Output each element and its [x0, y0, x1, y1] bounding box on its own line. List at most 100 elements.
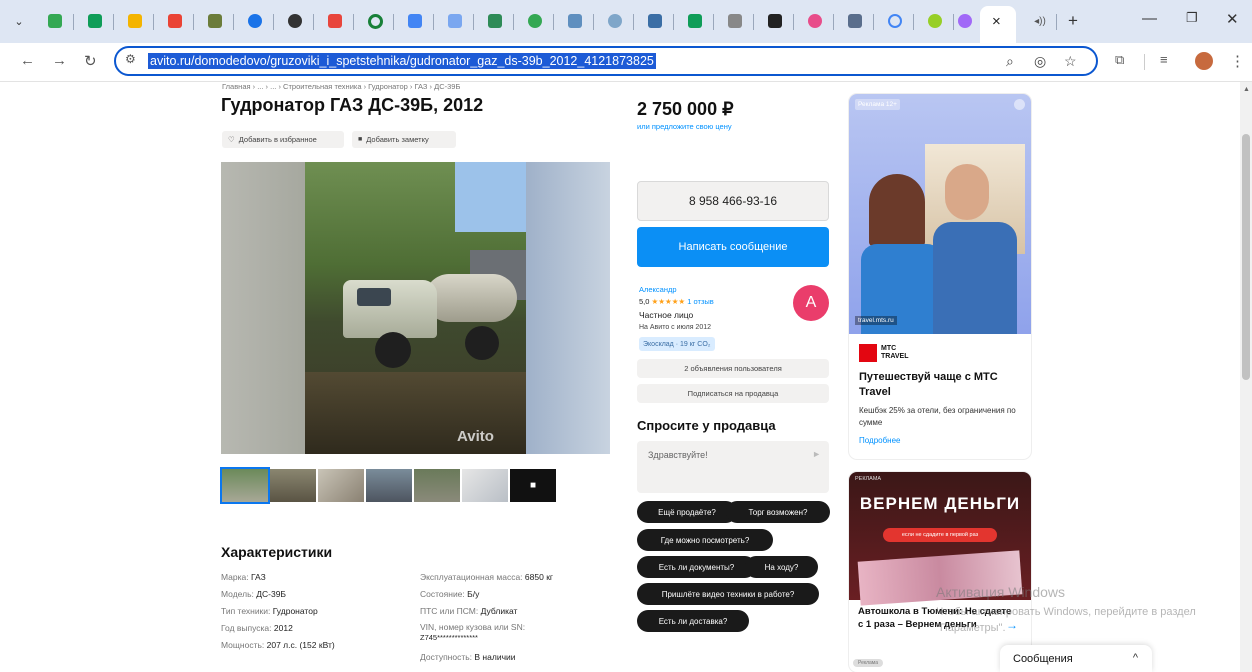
- tab-separator: [593, 14, 594, 30]
- subscribe-button[interactable]: Подписаться на продавца: [637, 384, 829, 403]
- show-phone-button[interactable]: 8 958 466-93-16: [637, 181, 829, 221]
- add-note-button[interactable]: ■ Добавить заметку: [352, 131, 456, 148]
- tab-separator: [553, 14, 554, 30]
- active-tab[interactable]: ×: [980, 6, 1016, 43]
- tab-12[interactable]: [480, 8, 510, 34]
- ad-domain: travel.mts.ru: [855, 316, 897, 325]
- ad2-subline: если не сдадите в первой раз: [883, 528, 997, 542]
- tab-19[interactable]: [760, 8, 790, 34]
- profile-avatar[interactable]: [1195, 52, 1213, 70]
- tab-audio[interactable]: ◂)): [1025, 8, 1055, 34]
- quick-question-2[interactable]: Торг возможен?: [726, 501, 830, 523]
- thumbnail-6[interactable]: [462, 469, 508, 502]
- window-icon: [448, 14, 462, 28]
- quick-question-1[interactable]: Ещё продаёте?: [637, 501, 737, 523]
- tab-17[interactable]: [680, 8, 710, 34]
- thumbnail-4[interactable]: [366, 469, 412, 502]
- tab-18[interactable]: [720, 8, 750, 34]
- ad-card-autoschool[interactable]: РЕКЛАМА ВЕРНЕМ ДЕНЬГИ если не сдадите в …: [849, 472, 1031, 672]
- tab-6[interactable]: [240, 8, 270, 34]
- quick-question-3[interactable]: Где можно посмотреть?: [637, 529, 773, 551]
- ad-title[interactable]: Путешествуй чаще с МТС Travel: [859, 370, 1023, 400]
- tab-4[interactable]: [160, 8, 190, 34]
- favorite-button[interactable]: ♡ Добавить в избранное: [222, 131, 344, 148]
- site-info-icon[interactable]: ⚙: [125, 52, 136, 66]
- main-photo[interactable]: Avito: [305, 162, 526, 454]
- forward-button[interactable]: →: [52, 52, 67, 69]
- tab-2[interactable]: [80, 8, 110, 34]
- chevron-up-icon[interactable]: ^: [1133, 652, 1138, 664]
- tab-1[interactable]: [40, 8, 70, 34]
- lock-icon: ■: [529, 480, 537, 491]
- tab-3[interactable]: [120, 8, 150, 34]
- thumbnail-1[interactable]: [220, 467, 270, 504]
- thumbnail-5[interactable]: [414, 469, 460, 502]
- spec-value: 2012: [273, 623, 293, 633]
- photo-gallery[interactable]: Avito: [221, 162, 610, 454]
- message-field[interactable]: Здравствуйте! ►: [637, 441, 829, 493]
- tab-separator: [633, 14, 634, 30]
- tab-14[interactable]: [560, 8, 590, 34]
- ad-card-mts[interactable]: Реклама 12+ travel.mts.ru МТС TRAVEL Пут…: [849, 94, 1031, 459]
- tab-21[interactable]: [840, 8, 870, 34]
- thumbnail-2[interactable]: [270, 469, 316, 502]
- reload-button[interactable]: ↻: [84, 52, 97, 70]
- reading-list-icon[interactable]: ≡: [1160, 52, 1168, 67]
- tab-16[interactable]: [640, 8, 670, 34]
- address-bar[interactable]: ⚙ avito.ru/domodedovo/gruzoviki_i_spetst…: [114, 46, 1098, 76]
- thumbnail-locked[interactable]: ■: [510, 469, 556, 502]
- write-message-button[interactable]: Написать сообщение: [637, 227, 829, 267]
- tab-separator: [673, 14, 674, 30]
- seller-rating: 5,0 ★★★★★ 1 отзыв: [639, 297, 714, 306]
- new-tab-button[interactable]: +: [1058, 8, 1088, 34]
- quick-question-7[interactable]: Есть ли доставка?: [637, 610, 749, 632]
- star-icon[interactable]: ☆: [1064, 53, 1077, 70]
- send-icon[interactable]: ►: [812, 449, 821, 459]
- tab-8[interactable]: [320, 8, 350, 34]
- back-button[interactable]: ←: [20, 52, 35, 69]
- tab-23[interactable]: [920, 8, 950, 34]
- minimize-button[interactable]: —: [1142, 10, 1157, 27]
- messages-label: Сообщения: [1013, 653, 1073, 665]
- quick-question-6[interactable]: Пришлёте видео техники в работе?: [637, 583, 819, 605]
- suggest-price-link[interactable]: или предложите свою цену: [637, 122, 732, 131]
- seller-name[interactable]: Александр: [639, 285, 677, 294]
- tab-13[interactable]: [520, 8, 550, 34]
- breadcrumb[interactable]: Главная › ... › ... › Строительная техни…: [222, 82, 460, 91]
- menu-icon[interactable]: ⋮: [1230, 52, 1245, 70]
- tab-strip: ⌄ × ◂)) + — ❐ ✕: [0, 0, 1252, 43]
- tab-11[interactable]: [440, 8, 470, 34]
- tab-22[interactable]: [880, 8, 910, 34]
- scrollbar-thumb[interactable]: [1242, 134, 1250, 380]
- tab-24[interactable]: [950, 8, 980, 34]
- zoom-icon[interactable]: ⌕: [1006, 53, 1014, 70]
- close-tab-icon[interactable]: ×: [992, 13, 1001, 30]
- spec-value: Дубликат: [480, 606, 518, 616]
- close-window-button[interactable]: ✕: [1226, 10, 1239, 28]
- url-text[interactable]: avito.ru/domodedovo/gruzoviki_i_spetsteh…: [148, 53, 656, 69]
- tab-15[interactable]: [600, 8, 630, 34]
- ad-more-link[interactable]: Подробнее: [859, 436, 901, 445]
- scroll-up-icon[interactable]: ▲: [1243, 86, 1250, 93]
- eye-off-icon[interactable]: ◎: [1034, 53, 1046, 70]
- messages-widget[interactable]: Сообщения ^: [1000, 645, 1152, 672]
- scrollbar-track[interactable]: ▲: [1240, 82, 1252, 672]
- quick-question-4[interactable]: Есть ли документы?: [637, 556, 756, 578]
- tab-10[interactable]: [400, 8, 430, 34]
- tab-20[interactable]: [800, 8, 830, 34]
- avatar[interactable]: А: [793, 285, 829, 321]
- extensions-icon[interactable]: ⧉: [1115, 52, 1124, 68]
- ad-info-icon[interactable]: [1014, 99, 1025, 110]
- reviews-link[interactable]: 1 отзыв: [687, 297, 714, 306]
- tab-9[interactable]: [360, 8, 390, 34]
- photo-blur-right: [526, 162, 610, 454]
- thumbnail-3[interactable]: [318, 469, 364, 502]
- plus-icon: +: [1068, 11, 1078, 30]
- tab-search-button[interactable]: ⌄: [4, 8, 34, 34]
- seller-ads-button[interactable]: 2 объявления пользователя: [637, 359, 829, 378]
- check-icon: [528, 14, 542, 28]
- restore-button[interactable]: ❐: [1186, 10, 1198, 26]
- tab-7[interactable]: [280, 8, 310, 34]
- quick-question-5[interactable]: На ходу?: [745, 556, 818, 578]
- tab-5[interactable]: [200, 8, 230, 34]
